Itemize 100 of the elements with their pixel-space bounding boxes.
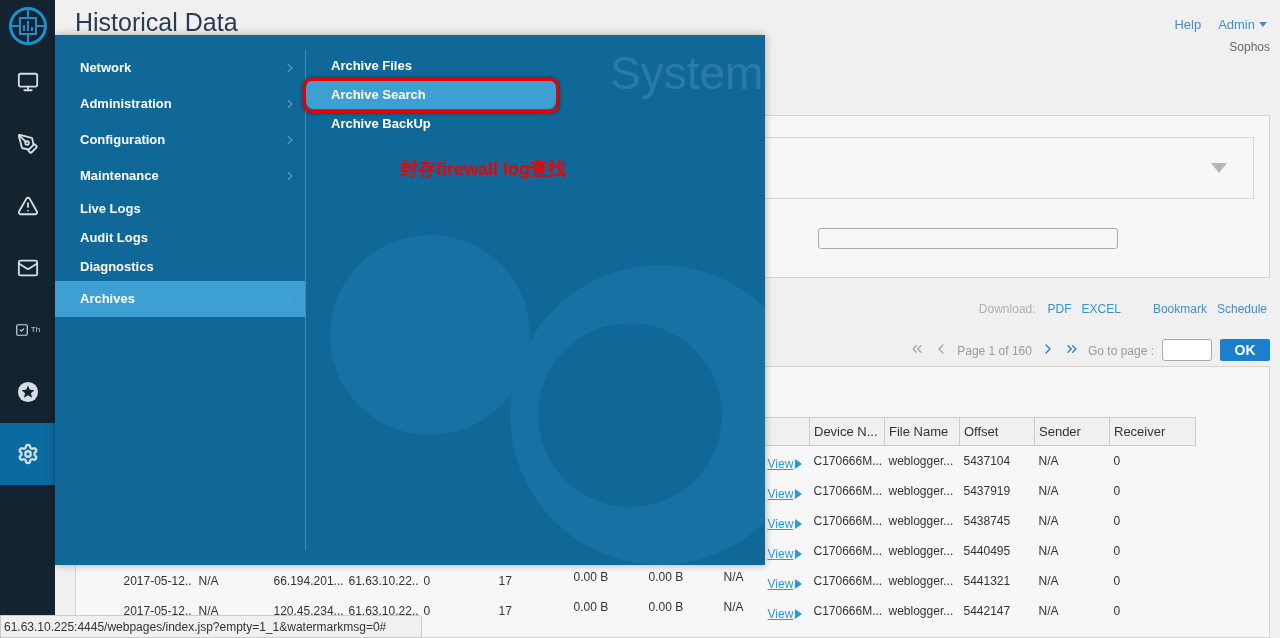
play-icon: [795, 608, 803, 619]
table-cell: C170666M...: [813, 483, 883, 498]
organization-name: Sophos: [1229, 38, 1270, 56]
play-icon: [795, 548, 803, 559]
play-icon: [795, 578, 803, 589]
table-cell: 5440495: [963, 543, 1011, 558]
play-icon: [795, 488, 803, 499]
column-header: Sender: [1034, 417, 1110, 446]
table-cell: 0.00 B: [573, 569, 609, 584]
table-cell: N/A: [1038, 513, 1059, 528]
table-cell: N/A: [723, 599, 744, 614]
table-cell: 61.63.10.22..: [348, 573, 419, 588]
mail-icon: [16, 257, 39, 279]
table-cell: weblogger...: [888, 483, 954, 498]
column-header: Device N...: [809, 417, 885, 446]
table-cell: 61.63.10.22..: [348, 603, 419, 618]
page-title: Historical Data: [75, 7, 238, 38]
table-cell: 0: [423, 573, 431, 588]
menu-item[interactable]: Configuration: [55, 122, 305, 158]
table-cell: N/A: [1038, 573, 1059, 588]
table-cell: N/A: [198, 603, 219, 618]
menu-item[interactable]: Maintenance: [55, 158, 305, 194]
page-number-field[interactable]: [1162, 339, 1212, 361]
table-cell: 0: [1113, 573, 1121, 588]
table-cell: N/A: [1038, 483, 1059, 498]
page-info: Page 1 of 160: [957, 343, 1032, 360]
table-cell: 0: [1113, 543, 1121, 558]
caret-icon: [1259, 22, 1267, 28]
table-cell: weblogger...: [888, 543, 954, 558]
table-cell: C170666M...: [813, 513, 883, 528]
table-cell: weblogger...: [888, 573, 954, 588]
table-cell: C170666M...: [813, 603, 883, 618]
submenu-item[interactable]: Archive Files: [306, 51, 556, 80]
table-cell: 0: [1113, 513, 1121, 528]
table-cell: N/A: [723, 569, 744, 584]
menu-item[interactable]: Network: [55, 50, 305, 86]
view-link[interactable]: View: [767, 604, 810, 623]
view-link[interactable]: View: [767, 544, 810, 563]
logo-icon: [7, 5, 48, 46]
table-cell: 5437104: [963, 453, 1011, 468]
table-cell: 0: [1113, 603, 1121, 618]
status-bar: 61.63.10.225:4445/webpages/index.jsp?empty=1_1&watermarkmsg=0#: [0, 615, 422, 638]
table-cell: 0: [423, 603, 431, 618]
view-link[interactable]: View: [767, 484, 810, 503]
table-cell: N/A: [198, 573, 219, 588]
sidebar-item[interactable]: Th: [0, 299, 55, 361]
action-link[interactable]: Bookmark: [1152, 299, 1207, 318]
sidebar-label: Th: [30, 324, 41, 336]
table-cell: 120.45.234...: [273, 603, 344, 618]
dropdown-caret-icon: [1211, 163, 1227, 173]
menu-item[interactable]: Diagnostics: [55, 252, 305, 281]
go-to-page-label: Go to page :: [1087, 343, 1154, 360]
table-cell: 5441321: [963, 573, 1011, 588]
table-cell: 0: [1113, 453, 1121, 468]
column-header: File Name: [884, 417, 960, 446]
table-cell: 66.194.201...: [273, 573, 344, 588]
pen-icon: [16, 133, 39, 155]
table-cell: 17: [498, 573, 512, 588]
download-label: Download:: [978, 300, 1036, 318]
view-link[interactable]: View: [767, 454, 810, 473]
play-icon: [795, 458, 803, 469]
table-cell: 5438745: [963, 513, 1011, 528]
table-cell: 17: [498, 603, 512, 618]
download-link[interactable]: EXCEL: [1081, 299, 1121, 318]
view-link[interactable]: View: [767, 574, 810, 593]
column-header: Receiver: [1109, 417, 1196, 446]
submenu-item[interactable]: Archive Search: [306, 80, 556, 109]
table-cell: C170666M...: [813, 573, 883, 588]
table-cell: 2017-05-12..: [123, 603, 192, 618]
menu-item[interactable]: Archives: [55, 281, 305, 317]
menu-item[interactable]: Live Logs: [55, 194, 305, 223]
table-cell: 0.00 B: [648, 599, 684, 614]
table-cell: weblogger...: [888, 453, 954, 468]
table-cell: weblogger...: [888, 603, 954, 618]
submenu-item[interactable]: Archive BackUp: [306, 109, 556, 138]
text-field[interactable]: [818, 228, 1118, 249]
monitor-icon: [16, 71, 39, 93]
user-menu[interactable]: Admin: [1218, 15, 1267, 35]
table-cell: N/A: [1038, 453, 1059, 468]
table-cell: 5442147: [963, 603, 1011, 618]
table-cell: 2017-05-12..: [123, 573, 192, 588]
checkbox-icon: [14, 323, 29, 337]
view-link[interactable]: View: [767, 514, 810, 533]
table-cell: N/A: [1038, 603, 1059, 618]
table-cell: C170666M...: [813, 543, 883, 558]
menu-item[interactable]: Audit Logs: [55, 223, 305, 252]
ok-button[interactable]: OK: [1220, 339, 1270, 361]
column-header: Offset: [959, 417, 1035, 446]
action-link[interactable]: Schedule: [1216, 299, 1267, 318]
help-link[interactable]: Help: [1174, 15, 1202, 35]
play-icon: [795, 518, 803, 529]
annotation-text: 封存firewall log查找: [400, 158, 567, 181]
download-link[interactable]: PDF: [1047, 299, 1072, 318]
table-cell: 5437919: [963, 483, 1011, 498]
table-cell: C170666M...: [813, 453, 883, 468]
table-cell: weblogger...: [888, 513, 954, 528]
table-cell: 0: [1113, 483, 1121, 498]
menu-item[interactable]: Administration: [55, 86, 305, 122]
table-cell: 0.00 B: [648, 569, 684, 584]
warning-icon: [16, 195, 39, 217]
